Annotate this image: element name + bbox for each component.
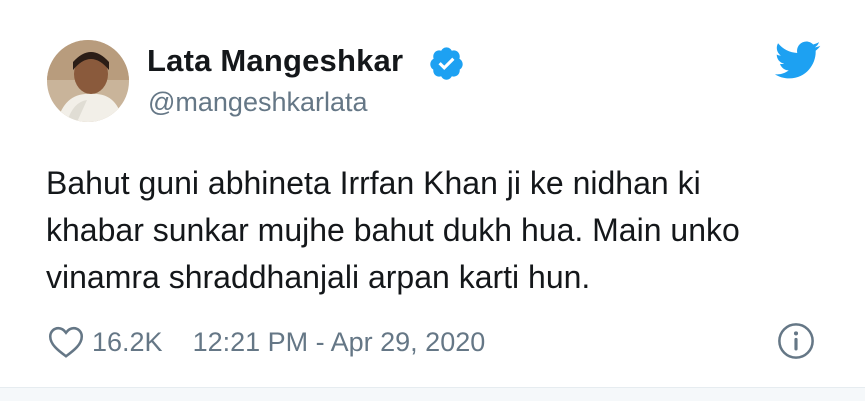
- tweet-card: Lata Mangeshkar @mangeshkarlata Bahut gu…: [0, 0, 865, 401]
- display-name[interactable]: Lata Mangeshkar: [147, 43, 403, 79]
- tweet-text-line: khabar sunkar mujhe bahut dukh hua. Main…: [46, 212, 740, 248]
- divider: [0, 387, 865, 401]
- twitter-bird-icon[interactable]: [773, 40, 821, 80]
- tweet-text: Bahut guni abhineta Irrfan Khan ji ke ni…: [46, 160, 826, 301]
- verified-badge-icon: [430, 47, 463, 80]
- heart-icon[interactable]: [48, 325, 84, 359]
- avatar[interactable]: [47, 40, 129, 122]
- profile-photo-icon: [47, 40, 129, 122]
- handle[interactable]: @mangeshkarlata: [148, 87, 368, 118]
- tweet-text-line: Bahut guni abhineta Irrfan Khan ji ke ni…: [46, 165, 701, 201]
- tweet-text-line: vinamra shraddhanjali arpan karti hun.: [46, 259, 591, 295]
- info-icon[interactable]: [777, 322, 815, 360]
- like-count: 16.2K: [92, 326, 163, 357]
- tweet-footer: 16.2K 12:21 PM - Apr 29, 2020: [48, 322, 485, 362]
- timestamp[interactable]: 12:21 PM - Apr 29, 2020: [193, 327, 486, 358]
